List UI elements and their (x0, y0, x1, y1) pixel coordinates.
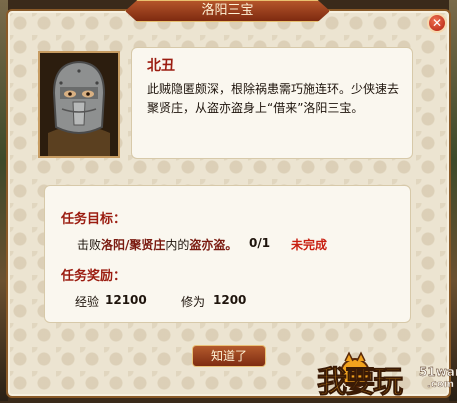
dialog-title: 洛阳三宝 (125, 0, 330, 22)
goal-prefix: 击败 (77, 238, 102, 252)
npc-info-box: 北丑 此贼隐匿颇深，根除祸患需巧施连环。少侠速去聚贤庄，从盗亦盗身上“借来”洛阳… (131, 47, 413, 159)
reward-cultivation-name: 修为 (181, 295, 206, 309)
task-reward-label: 任务奖励： (61, 269, 127, 284)
task-box: 任务目标： 击败洛阳/聚贤庄内的盗亦盗。 0/1 未完成 任务奖励： 经验 12… (44, 185, 411, 323)
goal-location: 洛阳/聚贤庄 (101, 238, 166, 252)
reward-exp-name: 经验 (75, 295, 100, 309)
task-goal-line: 击败洛阳/聚贤庄内的盗亦盗。 (77, 236, 237, 253)
goal-target: 盗亦盗。 (189, 238, 238, 252)
goal-middle: 内的 (165, 238, 190, 252)
goal-status: 未完成 (291, 238, 328, 252)
masked-warrior-icon (40, 53, 118, 156)
npc-portrait (38, 51, 120, 158)
reward-exp-value: 12100 (105, 293, 147, 307)
close-button[interactable]: ✕ (427, 13, 447, 33)
reward-cultivation-value: 1200 (213, 293, 247, 307)
ok-button[interactable]: 知道了 (192, 345, 266, 367)
npc-description: 此贼隐匿颇深，根除祸患需巧施连环。少侠速去聚贤庄，从盗亦盗身上“借来”洛阳三宝。 (147, 82, 400, 115)
npc-name: 北丑 (147, 58, 175, 74)
watermark-domain: .com (427, 379, 455, 390)
watermark-site: 51wan (419, 365, 457, 379)
goal-progress: 0/1 (249, 236, 271, 250)
watermark-logo: 我要玩 51wan .com (315, 351, 457, 401)
close-icon: ✕ (431, 16, 443, 30)
watermark-text: 我要玩 (317, 365, 404, 401)
task-goal-label: 任务目标： (61, 212, 127, 227)
